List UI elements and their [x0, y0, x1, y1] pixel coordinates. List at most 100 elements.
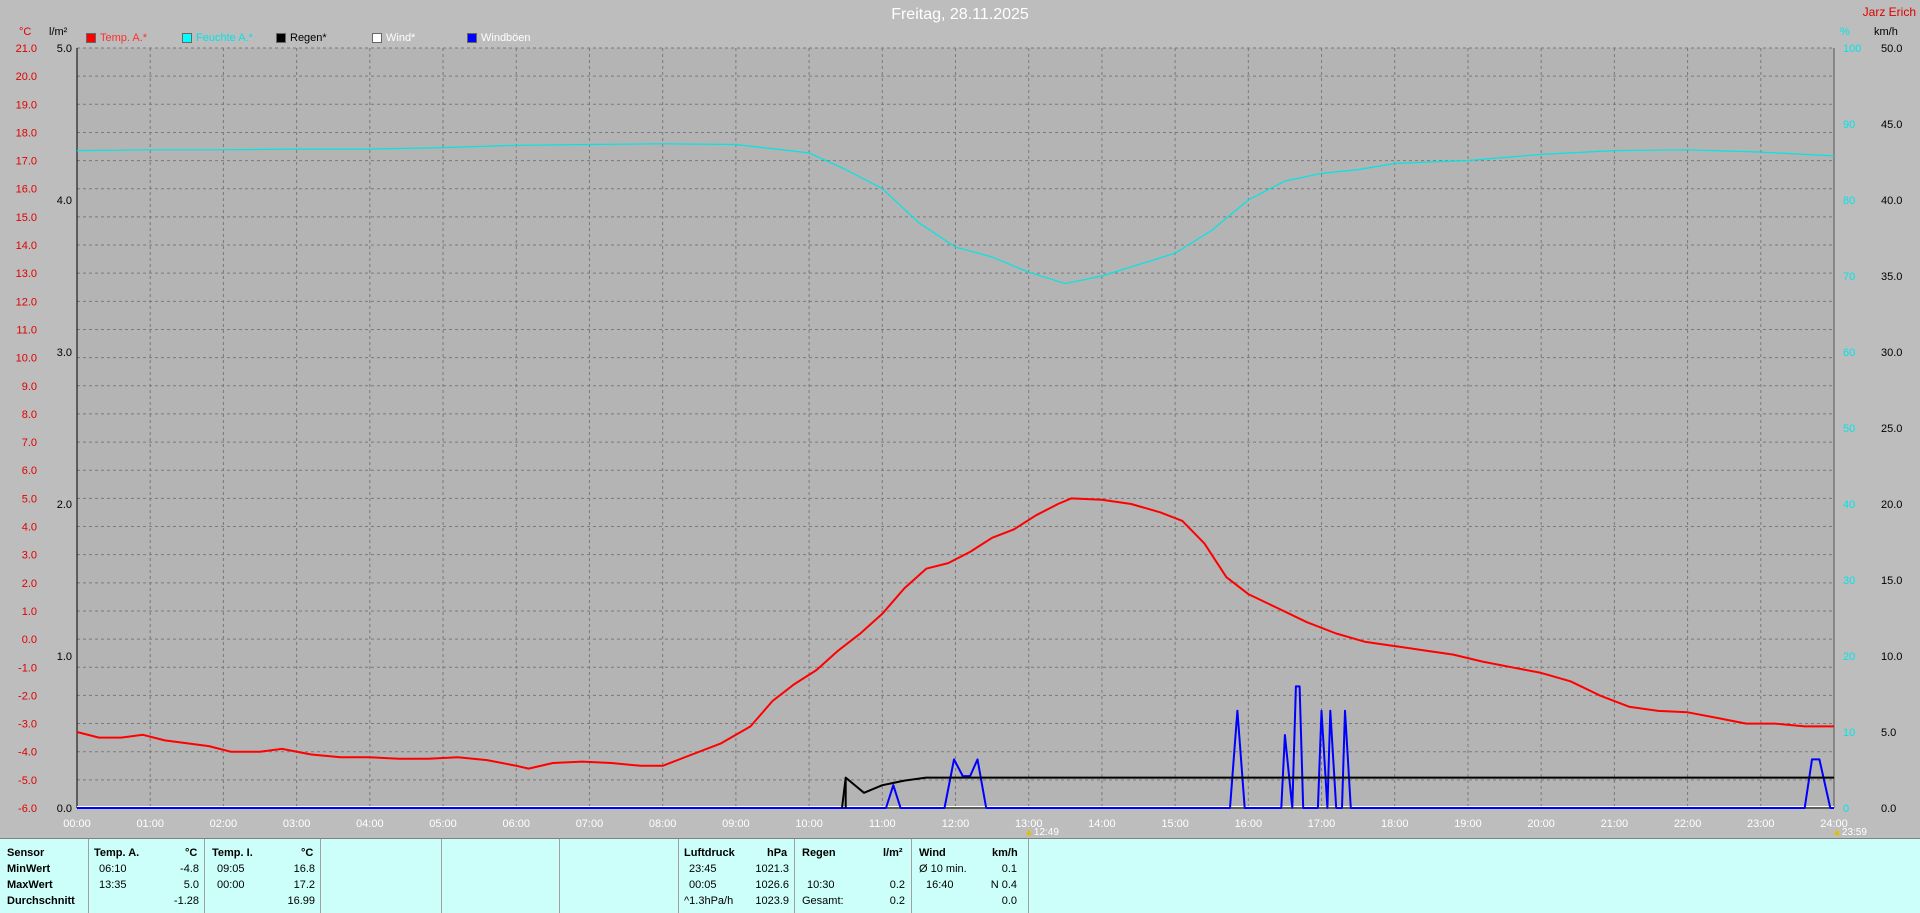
rain-max-time: 10:30	[807, 879, 835, 891]
humidity-tick-label: 60	[1843, 347, 1855, 359]
temp-tick-label: 9.0	[22, 381, 37, 393]
humidity-tick-label: 0	[1843, 803, 1849, 815]
rain-total-label: Gesamt:	[802, 895, 844, 907]
wind-max-time: 16:40	[926, 879, 954, 891]
weather-chart: 21.0 20.0 19.0 18.0 17.0 16.0 15.0 14.0 13.0 12.0…	[16, 43, 1903, 830]
stats-row-min: MinWert	[7, 863, 51, 875]
stats-panel: Sensor MinWert MaxWert Durchschnitt Temp…	[0, 838, 1920, 913]
legend-humidity-swatch	[182, 33, 192, 43]
legend-humidity-label: Feuchte A.*	[196, 32, 253, 44]
legend-rain-swatch	[276, 33, 286, 43]
temp-i-header: Temp. I.	[212, 847, 253, 859]
wind-tick-label: 10.0	[1881, 651, 1902, 663]
x-tick-label: 05:00	[429, 818, 457, 830]
pressure-min-time: 23:45	[689, 863, 717, 875]
temp-tick-label: 15.0	[16, 212, 37, 224]
temp-i-min-time: 09:05	[217, 863, 245, 875]
legend-gusts-swatch	[467, 33, 477, 43]
legend-humidity[interactable]: Feuchte A.*	[182, 31, 253, 45]
rain-tick-label: 0.0	[57, 803, 72, 815]
legend-temp[interactable]: Temp. A.*	[86, 31, 147, 45]
legend-rain[interactable]: Regen*	[276, 31, 327, 45]
temp-tick-label: 16.0	[16, 184, 37, 196]
temp-a-max-time: 13:35	[99, 879, 127, 891]
temp-tick-label: 13.0	[16, 268, 37, 280]
temp-tick-label: 19.0	[16, 99, 37, 111]
pressure-trend: ^1.3hPa/h	[684, 895, 734, 907]
wind-tick-label: 35.0	[1881, 271, 1902, 283]
temp-tick-label: 4.0	[22, 522, 37, 534]
humidity-tick-label: 90	[1843, 119, 1855, 131]
humidity-tick-label: 10	[1843, 727, 1855, 739]
stats-row-avg: Durchschnitt	[7, 895, 75, 907]
temp-tick-label: 10.0	[16, 353, 37, 365]
stats-rain-col: Regen l/m² 10:30 0.2 Gesamt: 0.2	[795, 839, 912, 913]
rain-axis-unit: l/m²	[49, 26, 68, 38]
pressure-header: Luftdruck	[684, 847, 735, 859]
rain-max-val: 0.2	[889, 879, 905, 891]
wind-min-val: 0.1	[1001, 863, 1017, 875]
wind-tick-label: 15.0	[1881, 575, 1902, 587]
temp-tick-label: 12.0	[16, 296, 37, 308]
legend-wind[interactable]: Wind*	[372, 31, 415, 45]
legend-temp-label: Temp. A.*	[100, 32, 148, 44]
temp-i-unit: °C	[301, 847, 314, 859]
stats-empty-col-3	[560, 839, 679, 913]
temp-tick-label: -3.0	[18, 719, 37, 731]
start-marker-time: 12:49	[1033, 827, 1059, 838]
humidity-tick-label: 70	[1843, 271, 1855, 283]
temp-tick-label: 20.0	[16, 71, 37, 83]
humidity-axis-unit: %	[1840, 26, 1850, 38]
pressure-min-val: 1021.3	[755, 863, 789, 875]
chart-title: Freitag, 28.11.2025	[891, 6, 1029, 23]
x-tick-label: 22:00	[1674, 818, 1702, 830]
pressure-unit: hPa	[767, 847, 788, 859]
pressure-max-val: 1026.6	[755, 879, 789, 891]
stats-empty-col-2	[442, 839, 560, 913]
warning-icon: ▲	[1832, 827, 1842, 838]
humidity-tick-label: 80	[1843, 195, 1855, 207]
x-tick-label: 20:00	[1527, 818, 1555, 830]
legend-rain-label: Regen*	[290, 32, 327, 44]
wind-tick-label: 25.0	[1881, 423, 1902, 435]
wind-tick-label: 20.0	[1881, 499, 1902, 511]
stats-temp-a-col: Temp. A. °C 06:10 -4.8 13:35 5.0 -1.28	[89, 839, 205, 913]
temp-tick-label: 5.0	[22, 493, 37, 505]
temp-tick-label: -5.0	[18, 775, 37, 787]
legend-gusts[interactable]: Windböen	[467, 31, 531, 45]
legend-gusts-label: Windböen	[481, 32, 531, 44]
temp-tick-label: -2.0	[18, 690, 37, 702]
rain-header: Regen	[802, 847, 836, 859]
x-tick-label: 02:00	[210, 818, 238, 830]
temp-tick-label: 17.0	[16, 156, 37, 168]
temp-i-min-val: 16.8	[293, 863, 315, 875]
rain-tick-label: 3.0	[57, 347, 72, 359]
x-tick-label: 10:00	[795, 818, 823, 830]
x-tick-label: 00:00	[63, 818, 91, 830]
wind-tick-label: 0.0	[1881, 803, 1896, 815]
temp-tick-label: 21.0	[16, 43, 37, 55]
temp-tick-label: -1.0	[18, 662, 37, 674]
wind-tick-label: 5.0	[1881, 727, 1896, 739]
temp-a-header: Temp. A.	[94, 847, 140, 859]
rain-tick-label: 1.0	[57, 651, 72, 663]
stats-row-max: MaxWert	[7, 879, 53, 891]
wind-header: Wind	[919, 847, 946, 859]
humidity-tick-label: 100	[1843, 43, 1861, 55]
warning-icon: ▲	[1024, 827, 1034, 838]
stats-temp-i-col: Temp. I. °C 09:05 16.8 00:00 17.2 16.99	[205, 839, 321, 913]
wind-tick-label: 40.0	[1881, 195, 1902, 207]
temp-tick-label: 2.0	[22, 578, 37, 590]
x-tick-label: 16:00	[1235, 818, 1263, 830]
wind-tick-label: 30.0	[1881, 347, 1902, 359]
humidity-tick-label: 50	[1843, 423, 1855, 435]
x-tick-label: 06:00	[502, 818, 530, 830]
pressure-avg: 1023.9	[755, 895, 789, 907]
temp-i-max-time: 00:00	[217, 879, 245, 891]
rain-tick-label: 4.0	[57, 195, 72, 207]
temp-a-min-val: -4.8	[180, 863, 199, 875]
temp-tick-label: 18.0	[16, 127, 37, 139]
humidity-tick-label: 40	[1843, 499, 1855, 511]
temp-a-unit: °C	[185, 847, 198, 859]
temp-tick-label: 7.0	[22, 437, 37, 449]
